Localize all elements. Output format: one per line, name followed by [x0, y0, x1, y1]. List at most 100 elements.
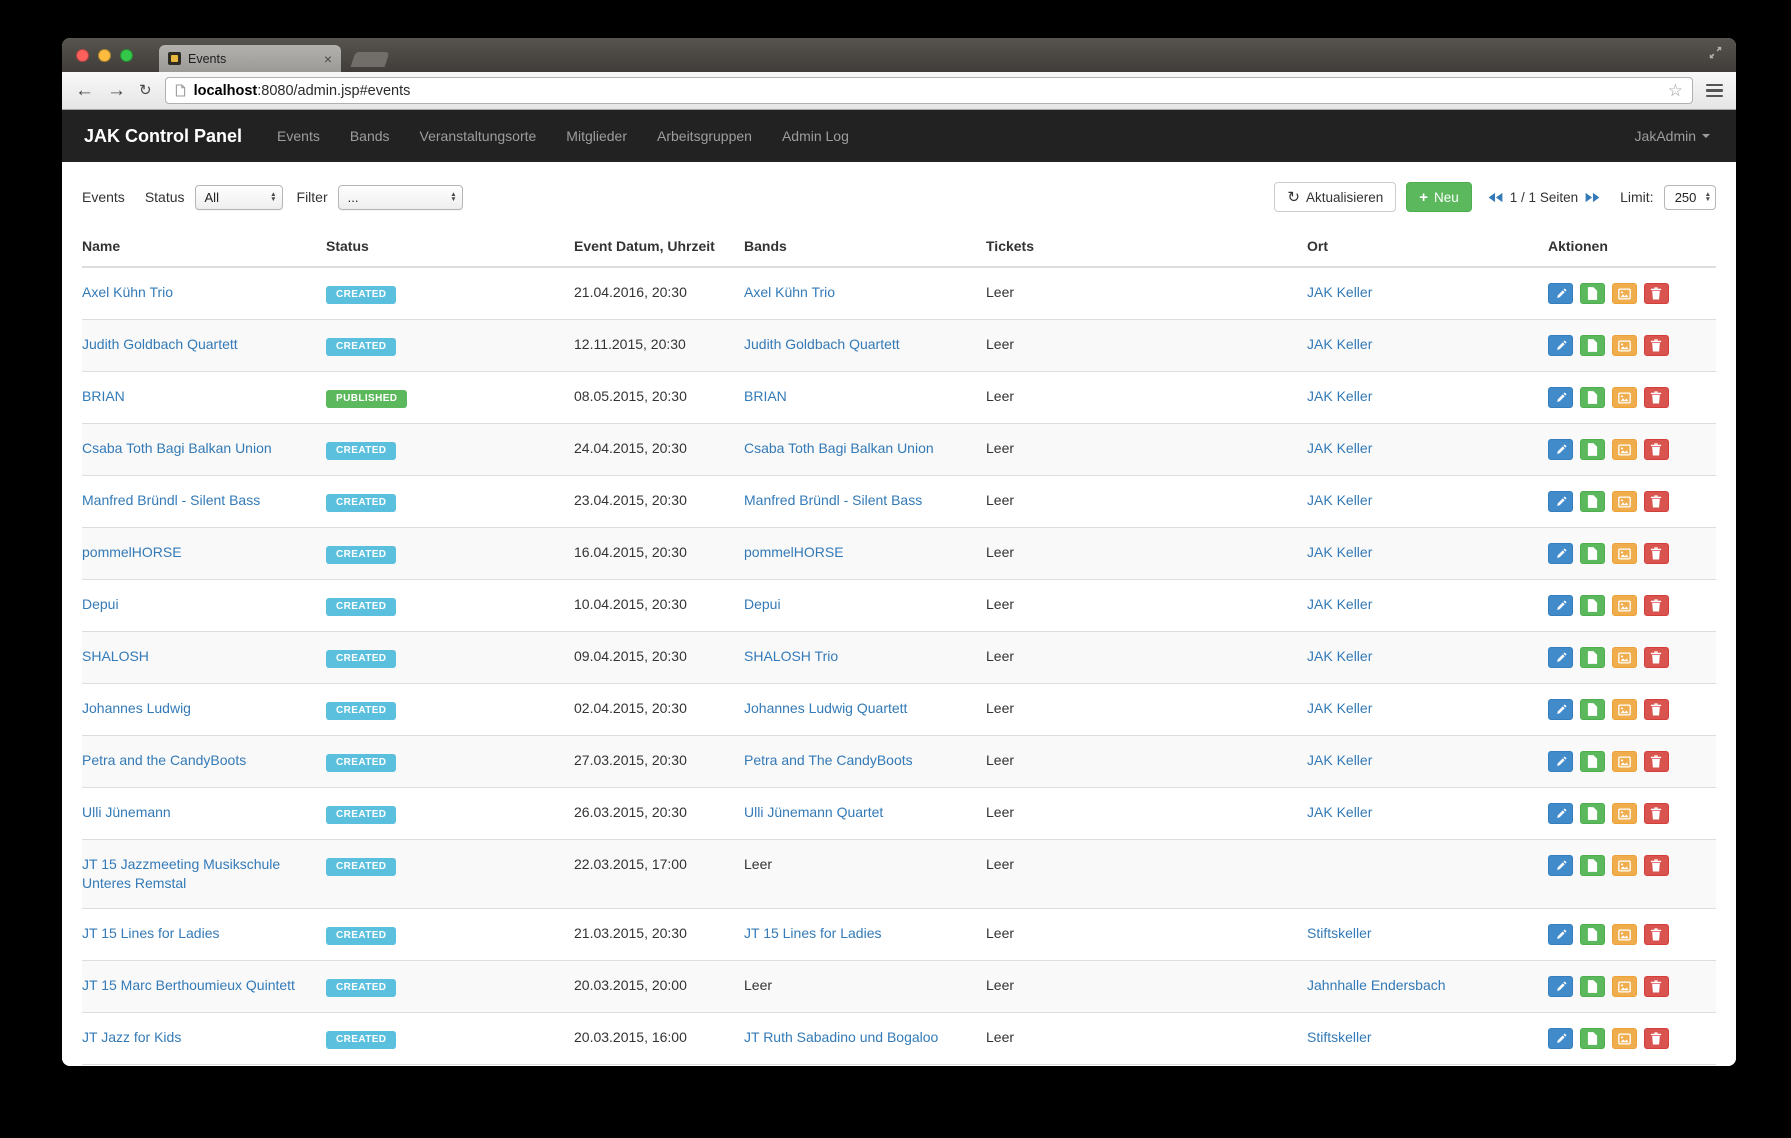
reload-button[interactable]: ↻ — [139, 83, 152, 98]
delete-event-button[interactable] — [1643, 1028, 1669, 1049]
image-event-button[interactable] — [1611, 1028, 1637, 1049]
event-name-link[interactable]: JT 15 Marc Berthoumieux Quintett — [82, 977, 295, 993]
event-name-link[interactable]: Axel Kühn Trio — [82, 284, 173, 300]
file-event-button[interactable] — [1579, 924, 1605, 945]
event-ort[interactable]: JAK Keller — [1307, 752, 1372, 768]
event-ort[interactable]: JAK Keller — [1307, 284, 1372, 300]
delete-event-button[interactable] — [1643, 647, 1669, 668]
image-event-button[interactable] — [1611, 543, 1637, 564]
image-event-button[interactable] — [1611, 491, 1637, 512]
event-ort[interactable]: JAK Keller — [1307, 336, 1372, 352]
back-button[interactable]: ← — [75, 81, 94, 100]
event-bands[interactable]: Petra and The CandyBoots — [744, 752, 913, 768]
delete-event-button[interactable] — [1643, 335, 1669, 356]
edit-event-button[interactable] — [1548, 387, 1573, 408]
browser-tab-events[interactable]: Events × — [159, 45, 341, 72]
event-bands[interactable]: pommelHORSE — [744, 544, 844, 560]
event-bands[interactable]: Ulli Jünemann Quartet — [744, 804, 883, 820]
event-ort[interactable]: JAK Keller — [1307, 492, 1372, 508]
edit-event-button[interactable] — [1548, 543, 1573, 564]
delete-event-button[interactable] — [1643, 595, 1669, 616]
file-event-button[interactable] — [1579, 699, 1605, 720]
edit-event-button[interactable] — [1548, 855, 1573, 876]
minimize-window-button[interactable] — [98, 48, 111, 62]
image-event-button[interactable] — [1611, 924, 1637, 945]
edit-event-button[interactable] — [1548, 751, 1573, 772]
nav-item-bands[interactable]: Bands — [335, 110, 405, 162]
event-name-link[interactable]: pommelHORSE — [82, 544, 182, 560]
last-page-icon[interactable] — [1585, 192, 1600, 203]
event-ort[interactable]: JAK Keller — [1307, 596, 1372, 612]
status-select[interactable]: All ▲ ▼ — [194, 184, 283, 210]
image-event-button[interactable] — [1611, 335, 1637, 356]
new-tab-button[interactable] — [350, 52, 390, 67]
event-ort[interactable]: JAK Keller — [1307, 648, 1372, 664]
forward-button[interactable]: → — [107, 81, 126, 100]
first-page-icon[interactable] — [1488, 192, 1503, 203]
event-name-link[interactable]: Csaba Toth Bagi Balkan Union — [82, 440, 272, 456]
close-window-button[interactable] — [76, 48, 89, 62]
edit-event-button[interactable] — [1548, 595, 1573, 616]
nav-item-events[interactable]: Events — [262, 110, 335, 162]
event-name-link[interactable]: Ulli Jünemann — [82, 804, 171, 820]
delete-event-button[interactable] — [1643, 803, 1669, 824]
delete-event-button[interactable] — [1643, 387, 1669, 408]
file-event-button[interactable] — [1579, 439, 1605, 460]
event-name-link[interactable]: Johannes Ludwig — [82, 700, 191, 716]
edit-event-button[interactable] — [1548, 491, 1573, 512]
image-event-button[interactable] — [1611, 976, 1637, 997]
event-bands[interactable]: JT 15 Lines for Ladies — [744, 925, 882, 941]
edit-event-button[interactable] — [1548, 283, 1573, 304]
nav-item-arbeitsgruppen[interactable]: Arbeitsgruppen — [642, 110, 767, 162]
image-event-button[interactable] — [1611, 855, 1637, 876]
event-bands[interactable]: SHALOSH Trio — [744, 648, 838, 664]
event-name-link[interactable]: BRIAN — [82, 388, 125, 404]
delete-event-button[interactable] — [1643, 491, 1669, 512]
fullscreen-icon[interactable] — [1709, 46, 1722, 64]
nav-item-veranstaltungsorte[interactable]: Veranstaltungsorte — [405, 110, 552, 162]
edit-event-button[interactable] — [1548, 699, 1573, 720]
event-bands[interactable]: Judith Goldbach Quartett — [744, 336, 900, 352]
image-event-button[interactable] — [1611, 283, 1637, 304]
filter-select[interactable]: ... ▲ ▼ — [337, 184, 463, 210]
event-ort[interactable]: JAK Keller — [1307, 544, 1372, 560]
file-event-button[interactable] — [1579, 595, 1605, 616]
edit-event-button[interactable] — [1548, 976, 1573, 997]
edit-event-button[interactable] — [1548, 647, 1573, 668]
url-bar[interactable]: localhost:8080/admin.jsp#events ☆ — [164, 77, 1693, 104]
event-name-link[interactable]: JT 15 Lines for Ladies — [82, 925, 220, 941]
edit-event-button[interactable] — [1548, 439, 1573, 460]
bookmark-star-icon[interactable]: ☆ — [1668, 82, 1683, 99]
file-event-button[interactable] — [1579, 1028, 1605, 1049]
delete-event-button[interactable] — [1643, 751, 1669, 772]
event-ort[interactable]: Stiftskeller — [1307, 925, 1372, 941]
file-event-button[interactable] — [1579, 543, 1605, 564]
image-event-button[interactable] — [1611, 439, 1637, 460]
image-event-button[interactable] — [1611, 595, 1637, 616]
file-event-button[interactable] — [1579, 491, 1605, 512]
delete-event-button[interactable] — [1643, 283, 1669, 304]
nav-item-mitglieder[interactable]: Mitglieder — [551, 110, 642, 162]
user-menu[interactable]: JakAdmin — [1635, 128, 1736, 144]
zoom-window-button[interactable] — [120, 48, 133, 62]
file-event-button[interactable] — [1579, 855, 1605, 876]
file-event-button[interactable] — [1579, 647, 1605, 668]
event-bands[interactable]: Csaba Toth Bagi Balkan Union — [744, 440, 934, 456]
event-ort[interactable]: JAK Keller — [1307, 804, 1372, 820]
delete-event-button[interactable] — [1643, 543, 1669, 564]
event-name-link[interactable]: Manfred Bründl - Silent Bass — [82, 492, 260, 508]
event-ort[interactable]: Stiftskeller — [1307, 1029, 1372, 1045]
edit-event-button[interactable] — [1548, 803, 1573, 824]
limit-stepper-icon[interactable]: ▲ ▼ — [1705, 191, 1711, 203]
event-name-link[interactable]: JT 15 Jazzmeeting Musikschule Unteres Re… — [82, 856, 280, 891]
event-ort[interactable]: JAK Keller — [1307, 388, 1372, 404]
image-event-button[interactable] — [1611, 387, 1637, 408]
file-event-button[interactable] — [1579, 387, 1605, 408]
event-name-link[interactable]: SHALOSH — [82, 648, 149, 664]
edit-event-button[interactable] — [1548, 924, 1573, 945]
image-event-button[interactable] — [1611, 751, 1637, 772]
file-event-button[interactable] — [1579, 803, 1605, 824]
event-name-link[interactable]: JT Jazz for Kids — [82, 1029, 181, 1045]
event-ort[interactable]: JAK Keller — [1307, 700, 1372, 716]
image-event-button[interactable] — [1611, 647, 1637, 668]
